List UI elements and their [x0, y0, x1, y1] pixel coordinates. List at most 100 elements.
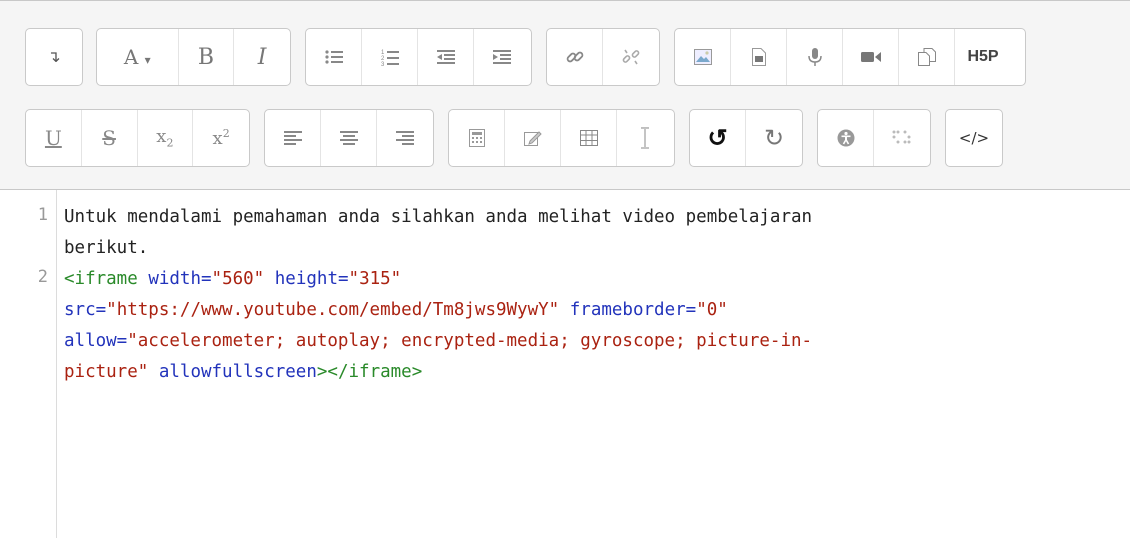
- bold-icon: B: [197, 44, 215, 70]
- toolbar-group-history: ↺ ↻: [689, 109, 803, 167]
- redo-button[interactable]: ↻: [746, 110, 802, 166]
- record-audio-button[interactable]: [787, 29, 843, 85]
- code-line: allow="accelerometer; autoplay; encrypte…: [64, 326, 1104, 357]
- table-button[interactable]: [561, 110, 617, 166]
- strikethrough-button[interactable]: S: [82, 110, 138, 166]
- toolbar-group-insert: [448, 109, 675, 167]
- code-token-plain: Untuk mendalami pemahaman anda silahkan …: [64, 207, 813, 227]
- code-content[interactable]: Untuk mendalami pemahaman anda silahkan …: [64, 202, 1104, 388]
- code-token-attr: frameborder=: [569, 300, 697, 320]
- toolbar-group-font: U S x2 x2: [25, 109, 250, 167]
- align-center-icon: [339, 131, 358, 145]
- accessibility-icon: [837, 129, 854, 147]
- media-file-icon: [751, 48, 766, 66]
- code-token-tag: ></iframe>: [316, 362, 423, 382]
- code-token-str: "560": [211, 269, 265, 289]
- underline-button[interactable]: U: [26, 110, 82, 166]
- code-token-attr: src=: [64, 300, 107, 320]
- outdent-icon: [436, 50, 455, 64]
- line-number: 2: [37, 267, 48, 287]
- clear-formatting-button[interactable]: [617, 110, 673, 166]
- undo-icon: ↺: [707, 124, 728, 152]
- html-source-button[interactable]: </>: [946, 110, 1002, 166]
- toolbar-group-accessibility: [817, 109, 931, 167]
- record-video-button[interactable]: [843, 29, 899, 85]
- code-token-tag: <iframe: [64, 269, 138, 289]
- bullet-list-icon: [324, 50, 343, 64]
- screenreader-helper-button[interactable]: [874, 110, 930, 166]
- toolbar-group-media: H5P: [674, 28, 1026, 86]
- italic-button[interactable]: I: [234, 29, 290, 85]
- superscript-button[interactable]: x2: [193, 110, 249, 166]
- align-right-icon: [396, 131, 414, 145]
- ordered-list-button[interactable]: 123: [362, 29, 418, 85]
- toolbar-group-align: [264, 109, 434, 167]
- redo-icon: ↻: [763, 124, 785, 152]
- align-right-button[interactable]: [377, 110, 433, 166]
- align-left-button[interactable]: [265, 110, 321, 166]
- code-line: src="https://www.youtube.com/embed/Tm8jw…: [64, 295, 1104, 326]
- h5p-button[interactable]: H5P: [955, 29, 1011, 85]
- align-left-icon: [283, 131, 302, 145]
- superscript-icon: x2: [212, 127, 230, 149]
- h5p-icon: H5P: [967, 48, 999, 65]
- unordered-list-button[interactable]: [306, 29, 362, 85]
- toolbar-group-style: A ▾ B I: [96, 28, 291, 86]
- edit-icon: [523, 131, 542, 146]
- strikethrough-icon: S: [102, 126, 116, 150]
- unlink-icon: [622, 49, 640, 65]
- toolbar-group-lists: 123: [305, 28, 532, 86]
- outdent-button[interactable]: [418, 29, 474, 85]
- code-token-attr: allowfullscreen: [158, 362, 317, 382]
- bold-button[interactable]: B: [179, 29, 235, 85]
- toolbar-group-collapse: ↴: [25, 28, 83, 86]
- code-token-str: "0": [696, 300, 728, 320]
- microphone-icon: [807, 48, 822, 66]
- insert-special-character-button[interactable]: [505, 110, 561, 166]
- editor-toolbar: ↴ A ▾ B I 123 H5P U S x2 x2 ↺ ↻ </>: [0, 0, 1130, 190]
- insert-image-button[interactable]: [675, 29, 731, 85]
- text-cursor-icon: [641, 127, 649, 149]
- code-token-plain: berikut.: [64, 238, 149, 258]
- code-editor[interactable]: 1 2 Untuk mendalami pemahaman anda silah…: [0, 190, 1130, 538]
- link-icon: [566, 51, 583, 63]
- equation-button[interactable]: [449, 110, 505, 166]
- manage-files-button[interactable]: [899, 29, 955, 85]
- font-style-button[interactable]: A ▾: [97, 29, 179, 85]
- code-token-str: "315": [348, 269, 402, 289]
- underline-icon: U: [44, 126, 62, 150]
- code-token-str: "https://www.youtube.com/embed/Tm8jws9Wy…: [106, 300, 560, 320]
- unlink-button[interactable]: [603, 29, 659, 85]
- align-center-button[interactable]: [321, 110, 377, 166]
- video-camera-icon: [860, 52, 881, 62]
- code-line: berikut.: [64, 233, 1104, 264]
- subscript-icon: x2: [156, 126, 174, 150]
- undo-button[interactable]: ↺: [690, 110, 746, 166]
- indent-icon: [493, 50, 511, 64]
- code-line: Untuk mendalami pemahaman anda silahkan …: [64, 202, 1104, 233]
- code-icon: </>: [958, 129, 990, 147]
- italic-icon: I: [257, 44, 267, 70]
- image-icon: [693, 49, 712, 65]
- svg-text:3: 3: [381, 62, 385, 66]
- files-icon: [917, 48, 936, 66]
- link-button[interactable]: [547, 29, 603, 85]
- braille-icon: [892, 130, 911, 144]
- insert-media-button[interactable]: [731, 29, 787, 85]
- indent-button[interactable]: [474, 29, 530, 85]
- table-icon: [579, 130, 598, 146]
- toggle-toolbar-button[interactable]: ↴: [26, 29, 82, 85]
- subscript-button[interactable]: x2: [138, 110, 194, 166]
- line-number-gutter: 1 2: [0, 190, 57, 538]
- code-token-str: picture": [64, 362, 149, 382]
- numbered-list-icon: 123: [381, 50, 399, 66]
- line-number: 1: [37, 205, 48, 225]
- toolbar-group-links: [546, 28, 660, 86]
- code-token-str: "accelerometer; autoplay; encrypted-medi…: [127, 331, 813, 351]
- calculator-icon: [468, 129, 485, 147]
- accessibility-checker-button[interactable]: [818, 110, 874, 166]
